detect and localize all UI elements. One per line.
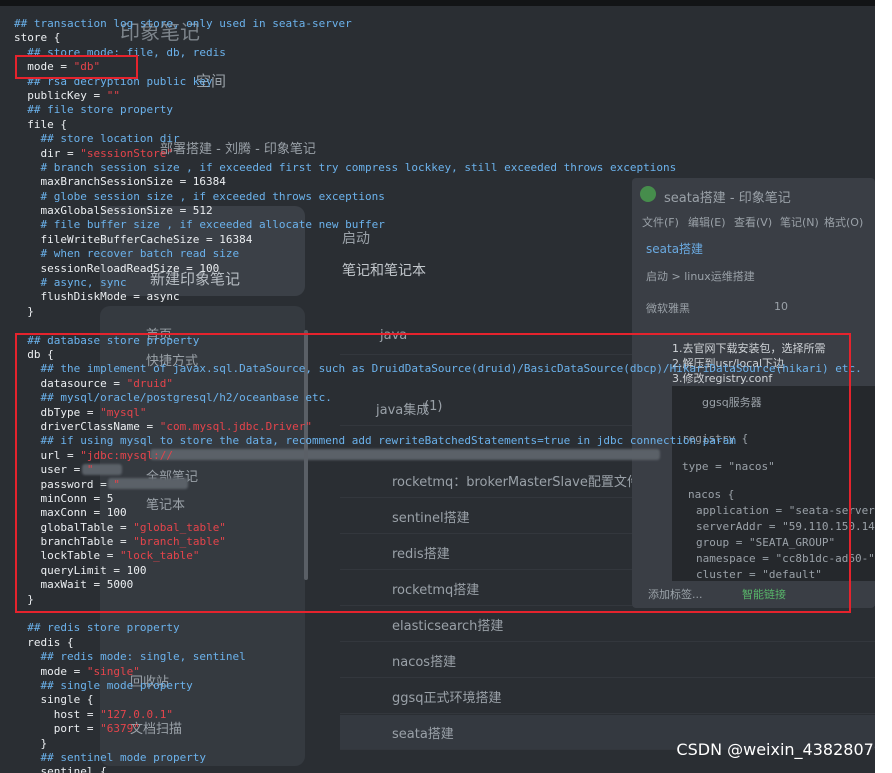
code-text: } (14, 736, 48, 750)
code-line: # file buffer size , if exceeded allocat… (14, 218, 862, 232)
code-comment: ## redis store property (14, 621, 180, 635)
code-line: publicKey = "" (14, 89, 862, 103)
code-comment: # file buffer size , if exceeded allocat… (14, 218, 385, 232)
code-string: "6379" (100, 722, 140, 736)
code-line: mode = "db" (14, 60, 862, 74)
code-line: ## transaction log store, only used in s… (14, 17, 862, 31)
code-text: flushDiskMode = async (14, 290, 180, 304)
code-line: # branch session size , if exceeded firs… (14, 161, 862, 175)
code-line: ## single mode property (14, 679, 862, 693)
screenshot-stage: 印象笔记 空间 部署搭建 - 刘腾 - 印象笔记 新建印象笔记 首页 快捷方式 … (0, 0, 875, 773)
code-line: ## store location dir (14, 132, 862, 146)
code-line: ## store mode: file, db, redis (14, 46, 862, 60)
code-line: dir = "sessionStore" (14, 147, 862, 161)
code-line: maxBranchSessionSize = 16384 (14, 175, 862, 189)
code-comment: ## single mode property (14, 678, 193, 692)
code-text: maxGlobalSessionSize = 512 (14, 204, 213, 218)
code-line: single { (14, 693, 862, 707)
code-string: "sessionStore" (80, 146, 173, 160)
code-line: host = "127.0.0.1" (14, 708, 862, 722)
code-text: publicKey = (14, 88, 107, 102)
code-line: } (14, 305, 862, 319)
code-text: file { (14, 117, 67, 131)
code-line: ## redis mode: single, sentinel (14, 650, 862, 664)
code-line: sessionReloadReadSize = 100 (14, 262, 862, 276)
code-text: dir = (14, 146, 81, 160)
code-text: sentinel { (14, 765, 107, 773)
code-text: fileWriteBufferCacheSize = 16384 (14, 232, 253, 246)
code-comment: # globe session size , if exceeded throw… (14, 189, 385, 203)
code-line: mode = "single" (14, 665, 862, 679)
code-comment: # when recover batch read size (14, 247, 240, 261)
code-comment: ## redis mode: single, sentinel (14, 650, 246, 664)
code-text: host = (14, 707, 101, 721)
code-line: redis { (14, 636, 862, 650)
code-string: "single" (86, 664, 140, 678)
code-line: fileWriteBufferCacheSize = 16384 (14, 233, 862, 247)
code-text: mode = (14, 664, 87, 678)
code-comment: ## store location dir (14, 132, 180, 146)
code-string: "" (106, 88, 120, 102)
code-comment: # async, sync (14, 276, 127, 290)
code-comment: ## sentinel mode property (14, 750, 207, 764)
code-text: sessionReloadReadSize = 100 (14, 261, 220, 275)
code-line: ## rsa decryption public key (14, 75, 862, 89)
code-text: redis { (14, 635, 74, 649)
code-comment: ## transaction log store, only used in s… (14, 17, 352, 30)
code-comment: ## file store property (14, 103, 173, 117)
code-line: # globe session size , if exceeded throw… (14, 190, 862, 204)
code-text: } (14, 304, 34, 318)
code-line: file { (14, 118, 862, 132)
code-line: ## file store property (14, 103, 862, 117)
code-line: store { (14, 31, 862, 45)
code-string: "127.0.0.1" (100, 707, 173, 721)
code-line: port = "6379" (14, 722, 862, 736)
code-line: maxGlobalSessionSize = 512 (14, 204, 862, 218)
code-line: ## redis store property (14, 621, 862, 635)
code-text: maxBranchSessionSize = 16384 (14, 175, 226, 189)
highlight-store-mode (15, 55, 138, 79)
code-line: flushDiskMode = async (14, 290, 862, 304)
code-line: sentinel { (14, 765, 862, 773)
code-text: store { (14, 31, 61, 45)
highlight-db-section (15, 333, 851, 613)
code-text: port = (14, 722, 101, 736)
code-text: single { (14, 693, 94, 707)
code-comment: # branch session size , if exceeded firs… (14, 160, 677, 174)
csdn-watermark: CSDN @weixin_43828079 (676, 740, 884, 759)
code-line: # async, sync (14, 276, 862, 290)
code-line: # when recover batch read size (14, 247, 862, 261)
